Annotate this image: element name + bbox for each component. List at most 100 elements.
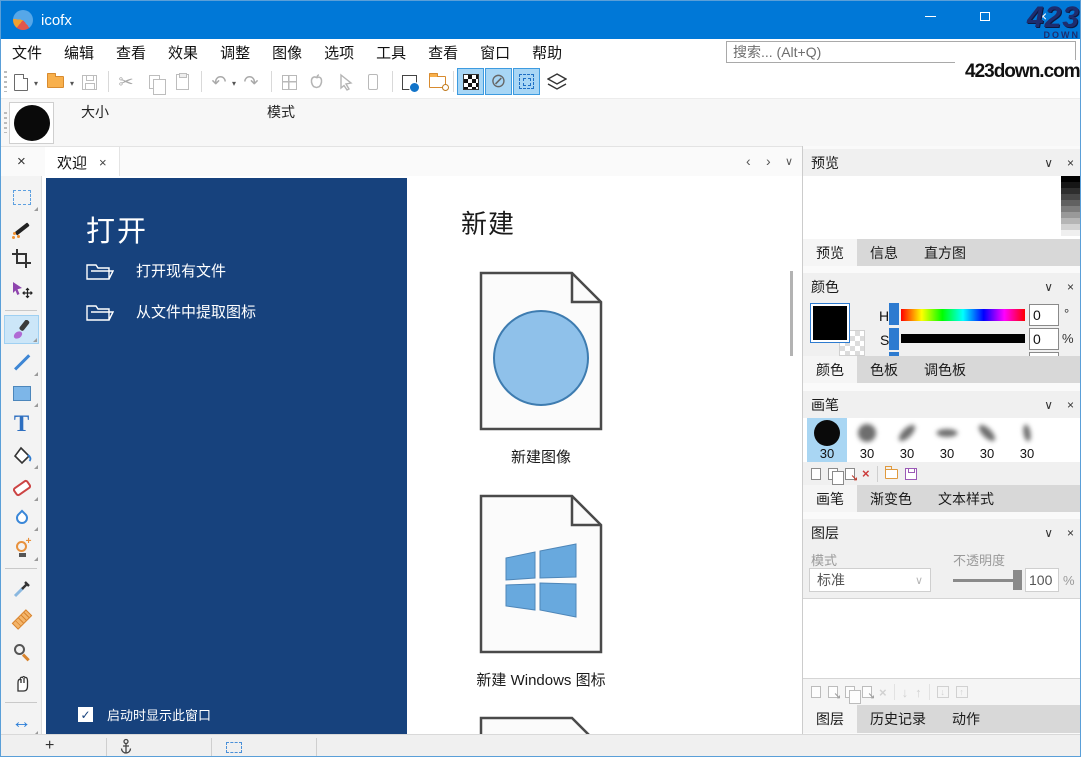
tool-select-marquee[interactable] xyxy=(4,183,39,212)
content-scrollbar[interactable] xyxy=(790,271,793,356)
minimize-button[interactable] xyxy=(907,1,953,31)
tool-brush[interactable] xyxy=(4,315,39,344)
tab-next-button[interactable]: › xyxy=(766,153,771,169)
new-file-dropdown[interactable]: ▾ xyxy=(34,79,38,88)
tool-ruler[interactable] xyxy=(4,605,39,634)
menu-edit[interactable]: 编辑 xyxy=(53,39,105,66)
cut-button[interactable]: ✂ xyxy=(114,70,138,94)
tool-eraser[interactable] xyxy=(4,473,39,502)
import-brush-button[interactable] xyxy=(845,468,855,480)
tool-blur[interactable] xyxy=(4,503,39,532)
tab-actions[interactable]: 动作 xyxy=(939,705,993,733)
duplicate-brush-button[interactable] xyxy=(828,468,838,480)
delete-layer-button[interactable]: × xyxy=(879,686,887,699)
menu-file[interactable]: 文件 xyxy=(1,39,53,66)
new-brush-button[interactable] xyxy=(811,468,821,480)
delete-brush-button[interactable]: × xyxy=(862,467,870,480)
options-grip[interactable] xyxy=(4,112,7,133)
saturation-slider[interactable] xyxy=(901,334,1025,343)
tab-close-icon[interactable]: × xyxy=(99,155,107,170)
tool-magic-wand[interactable] xyxy=(4,214,39,243)
saturation-input[interactable] xyxy=(1029,328,1059,350)
tab-text-style[interactable]: 文本样式 xyxy=(925,485,1007,512)
tool-zoom[interactable] xyxy=(4,637,39,666)
undo-button[interactable]: ↶ xyxy=(207,70,231,94)
tool-fill[interactable] xyxy=(4,441,39,470)
tab-color[interactable]: 颜色 xyxy=(803,356,857,383)
save-brushes-button[interactable] xyxy=(905,468,917,480)
menu-help[interactable]: 帮助 xyxy=(521,39,573,66)
move-layer-up-button[interactable]: ↑ xyxy=(915,686,922,699)
foreground-color-swatch[interactable] xyxy=(811,304,849,342)
new-windows-icon-card[interactable] xyxy=(479,494,603,659)
close-icon[interactable]: × xyxy=(1067,398,1074,412)
duplicate-layer-button[interactable] xyxy=(845,686,855,698)
tab-history[interactable]: 历史记录 xyxy=(857,705,939,733)
brush-item[interactable]: 30 xyxy=(967,418,1007,462)
close-icon[interactable]: × xyxy=(1067,526,1074,540)
load-brushes-button[interactable] xyxy=(885,469,898,479)
tab-list-button[interactable]: ∨ xyxy=(785,155,793,168)
tab-prev-button[interactable]: ‹ xyxy=(746,153,751,169)
new-card-partial[interactable] xyxy=(479,716,603,734)
zoom-in-button[interactable]: + xyxy=(45,737,54,755)
menu-adjust[interactable]: 调整 xyxy=(209,39,261,66)
panel-close-button[interactable]: × xyxy=(17,153,26,170)
hue-slider[interactable] xyxy=(901,309,1025,321)
tab-info[interactable]: 信息 xyxy=(857,239,911,266)
brush-item[interactable]: 30 xyxy=(847,418,887,462)
new-layer-button[interactable] xyxy=(811,686,821,698)
new-image-card[interactable] xyxy=(479,271,603,436)
hue-slider-thumb[interactable] xyxy=(889,303,899,325)
flatten-button[interactable]: ↑ xyxy=(956,686,968,698)
transparency-grid-toggle[interactable] xyxy=(457,68,484,95)
selection-visibility-toggle[interactable] xyxy=(513,68,540,95)
tab-welcome[interactable]: 欢迎 × xyxy=(45,147,120,177)
menu-tools[interactable]: 工具 xyxy=(365,39,417,66)
copy-button[interactable] xyxy=(142,70,166,94)
checkbox-checked[interactable]: ✓ xyxy=(78,707,93,722)
redo-button[interactable]: ↷ xyxy=(239,70,263,94)
capture-button[interactable] xyxy=(397,70,421,94)
save-button[interactable] xyxy=(77,70,101,94)
toolbar-grip[interactable] xyxy=(4,71,7,92)
tool-flip[interactable]: ↔ xyxy=(4,707,39,736)
tool-move[interactable] xyxy=(4,275,39,304)
hide-colors-toggle[interactable]: ⊘ xyxy=(485,68,512,95)
tool-rectangle[interactable] xyxy=(4,379,39,408)
menu-view2[interactable]: 查看 xyxy=(417,39,469,66)
saturation-slider-thumb[interactable] xyxy=(889,328,899,350)
opacity-slider-thumb[interactable] xyxy=(1013,570,1022,590)
tab-gradient[interactable]: 渐变色 xyxy=(857,485,925,512)
tab-swatches[interactable]: 色板 xyxy=(857,356,911,383)
close-icon[interactable]: × xyxy=(1067,280,1074,294)
open-existing-link[interactable]: 打开现有文件 xyxy=(86,260,226,281)
chevron-down-icon[interactable]: ∨ xyxy=(1044,280,1053,294)
layers-list[interactable] xyxy=(803,598,1081,679)
open-file-dropdown[interactable]: ▾ xyxy=(70,79,74,88)
chevron-down-icon[interactable]: ∨ xyxy=(1044,526,1053,540)
windows-format-button[interactable] xyxy=(277,70,301,94)
startup-option[interactable]: ✓ 启动时显示此窗口 xyxy=(78,705,211,724)
tab-palette[interactable]: 调色板 xyxy=(911,356,979,383)
macos-format-button[interactable] xyxy=(305,70,329,94)
opacity-input[interactable] xyxy=(1025,568,1059,592)
chevron-down-icon[interactable]: ∨ xyxy=(1044,156,1053,170)
opacity-slider[interactable] xyxy=(953,579,1019,582)
menu-effects[interactable]: 效果 xyxy=(157,39,209,66)
brush-item[interactable]: 30 xyxy=(807,418,847,462)
menu-image[interactable]: 图像 xyxy=(261,39,313,66)
tab-histogram[interactable]: 直方图 xyxy=(911,239,979,266)
mobile-format-button[interactable] xyxy=(361,70,385,94)
cursor-format-button[interactable] xyxy=(333,70,357,94)
chevron-down-icon[interactable]: ∨ xyxy=(1044,398,1053,412)
layer-mode-dropdown[interactable]: 标准 ∨ xyxy=(809,568,931,592)
hue-input[interactable] xyxy=(1029,304,1059,326)
brush-item[interactable]: 30 xyxy=(887,418,927,462)
extract-icons-link[interactable]: 从文件中提取图标 xyxy=(86,301,256,322)
tool-eyedropper[interactable] xyxy=(4,574,39,603)
menu-window[interactable]: 窗口 xyxy=(469,39,521,66)
move-layer-down-button[interactable]: ↓ xyxy=(902,686,909,699)
layers-visibility-button[interactable] xyxy=(545,70,569,94)
close-icon[interactable]: × xyxy=(1067,156,1074,170)
